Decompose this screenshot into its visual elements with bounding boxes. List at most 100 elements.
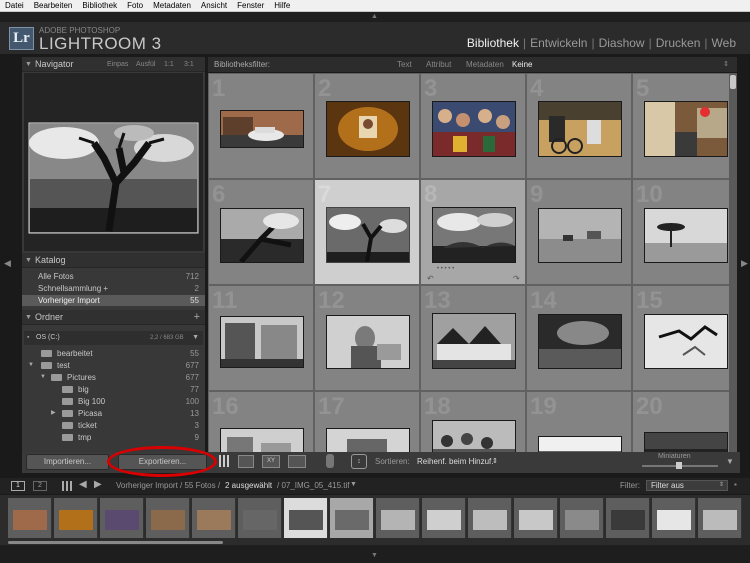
grid-cell[interactable]: 5	[632, 73, 737, 179]
filmstrip-thumb[interactable]	[100, 498, 144, 538]
rotate-left-icon[interactable]: ↶	[427, 274, 434, 283]
menu-foto[interactable]: Foto	[122, 1, 148, 10]
module-web[interactable]: Web	[708, 36, 740, 50]
filter-attribut[interactable]: Attribut	[426, 57, 451, 72]
navigator-header[interactable]: ▼ Navigator Einpas Ausfül 1:1 3:1	[22, 57, 205, 72]
page-1-button[interactable]: 1	[11, 481, 25, 491]
collapse-left-icon[interactable]: ◀	[4, 258, 11, 269]
photo-thumbnail[interactable]	[220, 428, 304, 453]
folder-item[interactable]: ▼ Pictures 677	[22, 372, 205, 383]
photo-thumbnail[interactable]	[220, 110, 304, 148]
catalog-item[interactable]: Schnellsammlung + 2	[22, 283, 205, 294]
sort-dropdown-icon[interactable]: ⇕	[492, 457, 498, 465]
page-2-button[interactable]: 2	[33, 481, 47, 491]
zoom-fill[interactable]: Ausfül	[136, 57, 155, 72]
filmstrip-thumb[interactable]	[8, 498, 52, 538]
filmstrip-thumb[interactable]	[192, 498, 236, 538]
spray-can-icon[interactable]	[326, 454, 334, 468]
photo-thumbnail[interactable]	[326, 207, 410, 263]
back-arrow-icon[interactable]: ◀	[79, 479, 87, 490]
module-bibliothek[interactable]: Bibliothek	[463, 36, 523, 50]
thumbnail-size-slider[interactable]	[642, 462, 718, 469]
grid-cell-selected[interactable]: 8 • • • • • ↶ ↷	[420, 179, 526, 285]
plus-icon[interactable]: +	[194, 310, 200, 325]
menu-fenster[interactable]: Fenster	[232, 1, 269, 10]
grid-cell[interactable]: 4	[526, 73, 632, 179]
grid-cell[interactable]: 19	[526, 391, 632, 453]
photo-thumbnail[interactable]	[220, 316, 304, 368]
grid-view-icon[interactable]	[219, 455, 231, 467]
photo-thumbnail[interactable]	[538, 101, 622, 157]
grid-cell[interactable]: 12	[314, 285, 420, 391]
photo-thumbnail[interactable]	[326, 101, 410, 157]
filmstrip-thumb[interactable]	[698, 498, 742, 538]
photo-thumbnail[interactable]	[644, 208, 728, 263]
grid-cell[interactable]: 14	[526, 285, 632, 391]
filmstrip-thumb-selected[interactable]	[330, 498, 374, 538]
import-button[interactable]: Importieren...	[26, 454, 109, 470]
photo-thumbnail[interactable]	[326, 315, 410, 369]
photo-thumbnail[interactable]	[538, 208, 622, 263]
navigator-preview[interactable]	[24, 73, 203, 251]
katalog-header[interactable]: ▼ Katalog	[22, 253, 205, 268]
catalog-item[interactable]: Alle Fotos 712	[22, 271, 205, 282]
photo-thumbnail[interactable]	[644, 314, 728, 369]
collapse-top-icon[interactable]: ▲	[371, 13, 378, 20]
module-diashow[interactable]: Diashow	[595, 36, 649, 50]
slider-handle[interactable]	[676, 462, 682, 469]
folder-item[interactable]: bearbeitet 55	[22, 348, 205, 359]
compare-view-icon[interactable]: XY	[262, 455, 280, 468]
grid-cell[interactable]: 13	[420, 285, 526, 391]
grid-scrollbar[interactable]	[729, 73, 737, 453]
filter-lock-icon[interactable]: ⇕	[723, 57, 729, 72]
grid-cell[interactable]: 9	[526, 179, 632, 285]
grid-cell[interactable]: 2	[314, 73, 420, 179]
grid-cell[interactable]: 10	[632, 179, 737, 285]
expand-triangle-icon[interactable]: ▼	[28, 360, 34, 371]
filmstrip-thumb[interactable]	[468, 498, 512, 538]
menu-ansicht[interactable]: Ansicht	[196, 1, 232, 10]
filmstrip-thumb[interactable]	[146, 498, 190, 538]
collapse-bottom-icon[interactable]: ▼	[371, 552, 378, 559]
folder-item[interactable]: tmp 9	[22, 432, 205, 443]
loupe-view-icon[interactable]	[238, 455, 254, 468]
filmstrip-thumb[interactable]	[514, 498, 558, 538]
grid-cell[interactable]: 17	[314, 391, 420, 453]
survey-view-icon[interactable]	[288, 455, 306, 468]
rating-dots[interactable]: • • • • •	[437, 266, 454, 272]
filmstrip-thumb[interactable]	[560, 498, 604, 538]
menu-datei[interactable]: Datei	[0, 1, 29, 10]
folder-item[interactable]: ticket 3	[22, 420, 205, 431]
filmstrip-thumb[interactable]	[54, 498, 98, 538]
filmstrip-thumb[interactable]	[652, 498, 696, 538]
menu-bearbeiten[interactable]: Bearbeiten	[29, 1, 78, 10]
grid-cell[interactable]: 6	[208, 179, 314, 285]
rotate-right-icon[interactable]: ↷	[513, 274, 520, 283]
filmstrip-thumb[interactable]	[376, 498, 420, 538]
filmstrip-scrollbar[interactable]	[8, 541, 223, 544]
volume-menu-icon[interactable]: ▼	[192, 331, 199, 345]
photo-thumbnail[interactable]	[538, 314, 622, 369]
folder-item[interactable]: big 77	[22, 384, 205, 395]
module-drucken[interactable]: Drucken	[652, 36, 705, 50]
photo-thumbnail[interactable]	[326, 428, 410, 453]
grid-cell[interactable]: 11	[208, 285, 314, 391]
filter-select[interactable]: Filter aus ⇕	[646, 480, 728, 491]
grid-cell[interactable]: 1	[208, 73, 314, 179]
sort-select[interactable]: Reihenf. beim Hinzuf.	[417, 457, 493, 466]
grid-cell[interactable]: 18	[420, 391, 526, 453]
grid-cell[interactable]: 16	[208, 391, 314, 453]
grid-cell[interactable]: 15	[632, 285, 737, 391]
menu-bibliothek[interactable]: Bibliothek	[77, 1, 122, 10]
photo-thumbnail[interactable]	[432, 101, 516, 157]
filmstrip-thumb[interactable]	[422, 498, 466, 538]
filter-text[interactable]: Text	[397, 57, 412, 72]
bottom-panel-toggle-strip[interactable]: ▼	[0, 545, 750, 563]
folder-item[interactable]: ▼ test 677	[22, 360, 205, 371]
file-dropdown-icon[interactable]: ▼	[350, 481, 357, 488]
grid-icon[interactable]	[62, 481, 72, 491]
volume-bar[interactable]: ▪ OS (C:) 2,2 / 683 GB ▼	[24, 331, 203, 345]
filter-metadaten[interactable]: Metadaten	[466, 57, 504, 72]
menu-metadaten[interactable]: Metadaten	[148, 1, 196, 10]
sort-direction-icon[interactable]: ↕	[351, 454, 367, 469]
